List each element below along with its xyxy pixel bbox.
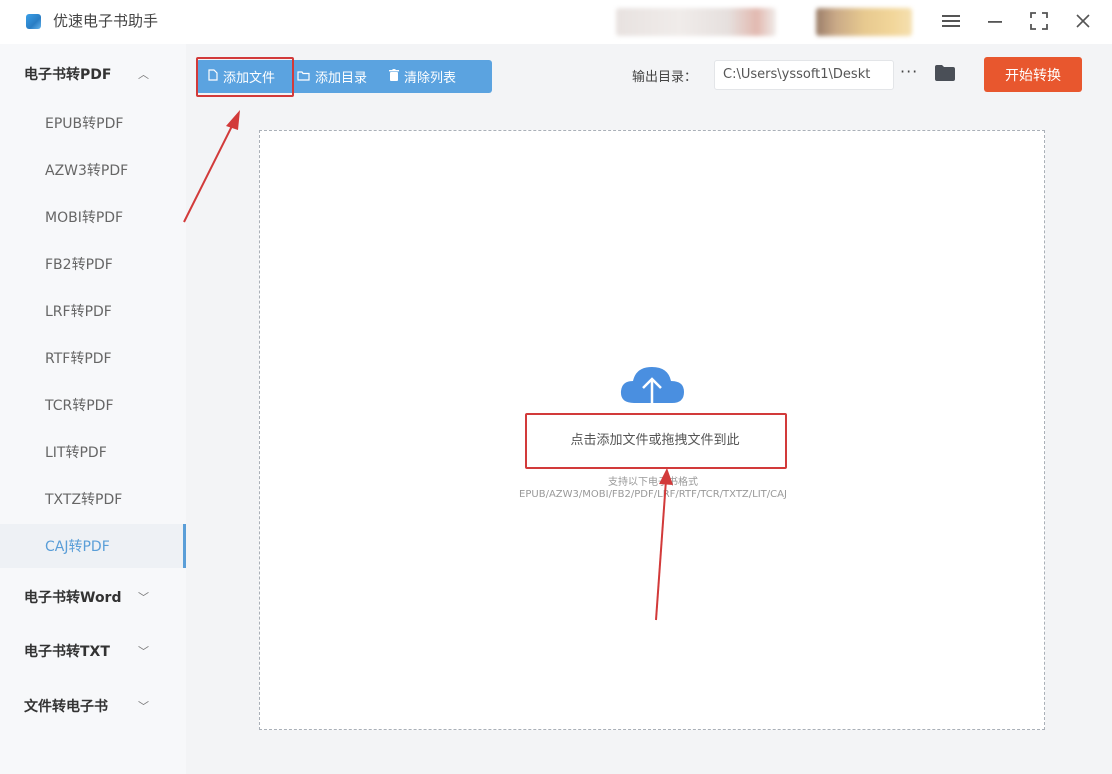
add-folder-label: 添加目录 [315, 71, 368, 86]
folder-icon [297, 70, 310, 84]
sidebar-item-mobi-to-pdf[interactable]: MOBI转PDF [0, 195, 186, 239]
sidebar-item-label: TCR转PDF [45, 398, 114, 414]
start-convert-button[interactable]: 开始转换 [984, 57, 1082, 92]
blurred-avatar [816, 8, 912, 36]
sidebar-group-label: 电子书转TXT [24, 644, 110, 660]
sidebar-item-fb2-to-pdf[interactable]: FB2转PDF [0, 242, 186, 286]
file-drop-zone[interactable]: 点击添加文件或拖拽文件到此 支持以下电子书格式 EPUB/AZW3/MOBI/F… [259, 130, 1045, 730]
chevron-down-icon: ﹀ [138, 645, 149, 658]
clear-list-label: 清除列表 [404, 71, 457, 86]
app-logo-icon [26, 14, 41, 29]
sidebar-item-epub-to-pdf[interactable]: EPUB转PDF [0, 101, 186, 145]
sidebar: 电子书转PDF ︿ EPUB转PDF AZW3转PDF MOBI转PDF FB2… [0, 44, 186, 774]
sidebar-item-label: AZW3转PDF [45, 163, 129, 179]
sidebar-item-label: CAJ转PDF [45, 539, 110, 555]
supported-formats-list: EPUB/AZW3/MOBI/FB2/PDF/LRF/RTF/TCR/TXTZ/… [519, 489, 787, 500]
sidebar-item-caj-to-pdf[interactable]: CAJ转PDF [0, 524, 186, 568]
add-file-button[interactable]: 添加文件 [196, 60, 285, 93]
sidebar-item-label: EPUB转PDF [45, 116, 124, 132]
sidebar-group-ebook-to-txt[interactable]: 电子书转TXT ﹀ [0, 631, 186, 671]
file-icon [208, 69, 218, 84]
menu-icon[interactable] [936, 6, 966, 36]
chevron-down-icon: ﹀ [138, 700, 149, 713]
add-file-label: 添加文件 [223, 71, 276, 86]
blurred-region [616, 8, 776, 36]
drop-hint-text: 点击添加文件或拖拽文件到此 [570, 432, 740, 448]
sidebar-group-label: 电子书转Word [24, 590, 122, 606]
sidebar-item-rtf-to-pdf[interactable]: RTF转PDF [0, 336, 186, 380]
trash-icon [389, 69, 400, 84]
chevron-up-icon: ︿ [138, 68, 149, 81]
sidebar-item-label: LIT转PDF [45, 445, 107, 461]
sidebar-group-label: 文件转电子书 [24, 699, 108, 715]
sidebar-item-tcr-to-pdf[interactable]: TCR转PDF [0, 383, 186, 427]
sidebar-item-label: FB2转PDF [45, 257, 113, 273]
sidebar-item-label: TXTZ转PDF [45, 492, 123, 508]
sidebar-group-ebook-to-pdf[interactable]: 电子书转PDF ︿ [0, 54, 186, 94]
output-dir-input[interactable]: C:\Users\yssoft1\Deskt [714, 60, 894, 90]
title-bar: 优速电子书助手 [0, 0, 1112, 44]
output-dir-label: 输出目录： [632, 70, 698, 85]
sidebar-group-ebook-to-word[interactable]: 电子书转Word ﹀ [0, 577, 186, 617]
main-panel: 添加文件 添加目录 清除列表 输出目录： C:\Users\yssoft1\De… [186, 44, 1112, 774]
file-toolbar: 添加文件 添加目录 清除列表 [196, 60, 492, 93]
add-folder-button[interactable]: 添加目录 [285, 60, 377, 93]
sidebar-item-label: LRF转PDF [45, 304, 112, 320]
minimize-icon[interactable] [980, 6, 1010, 36]
sidebar-item-txtz-to-pdf[interactable]: TXTZ转PDF [0, 477, 186, 521]
sidebar-item-lrf-to-pdf[interactable]: LRF转PDF [0, 289, 186, 333]
more-options-button[interactable]: ··· [900, 62, 918, 81]
close-icon[interactable] [1068, 6, 1098, 36]
cloud-upload-icon [618, 363, 688, 413]
sidebar-item-azw3-to-pdf[interactable]: AZW3转PDF [0, 148, 186, 192]
sidebar-group-label: 电子书转PDF [24, 67, 112, 83]
sidebar-item-label: MOBI转PDF [45, 210, 124, 226]
chevron-down-icon: ﹀ [138, 591, 149, 604]
maximize-icon[interactable] [1024, 6, 1054, 36]
app-title: 优速电子书助手 [53, 12, 159, 30]
sidebar-item-lit-to-pdf[interactable]: LIT转PDF [0, 430, 186, 474]
clear-list-button[interactable]: 清除列表 [377, 60, 466, 93]
open-folder-icon[interactable] [934, 64, 956, 82]
sidebar-item-label: RTF转PDF [45, 351, 112, 367]
sidebar-group-file-to-ebook[interactable]: 文件转电子书 ﹀ [0, 686, 186, 726]
supported-formats-label: 支持以下电子书格式 [608, 477, 698, 488]
